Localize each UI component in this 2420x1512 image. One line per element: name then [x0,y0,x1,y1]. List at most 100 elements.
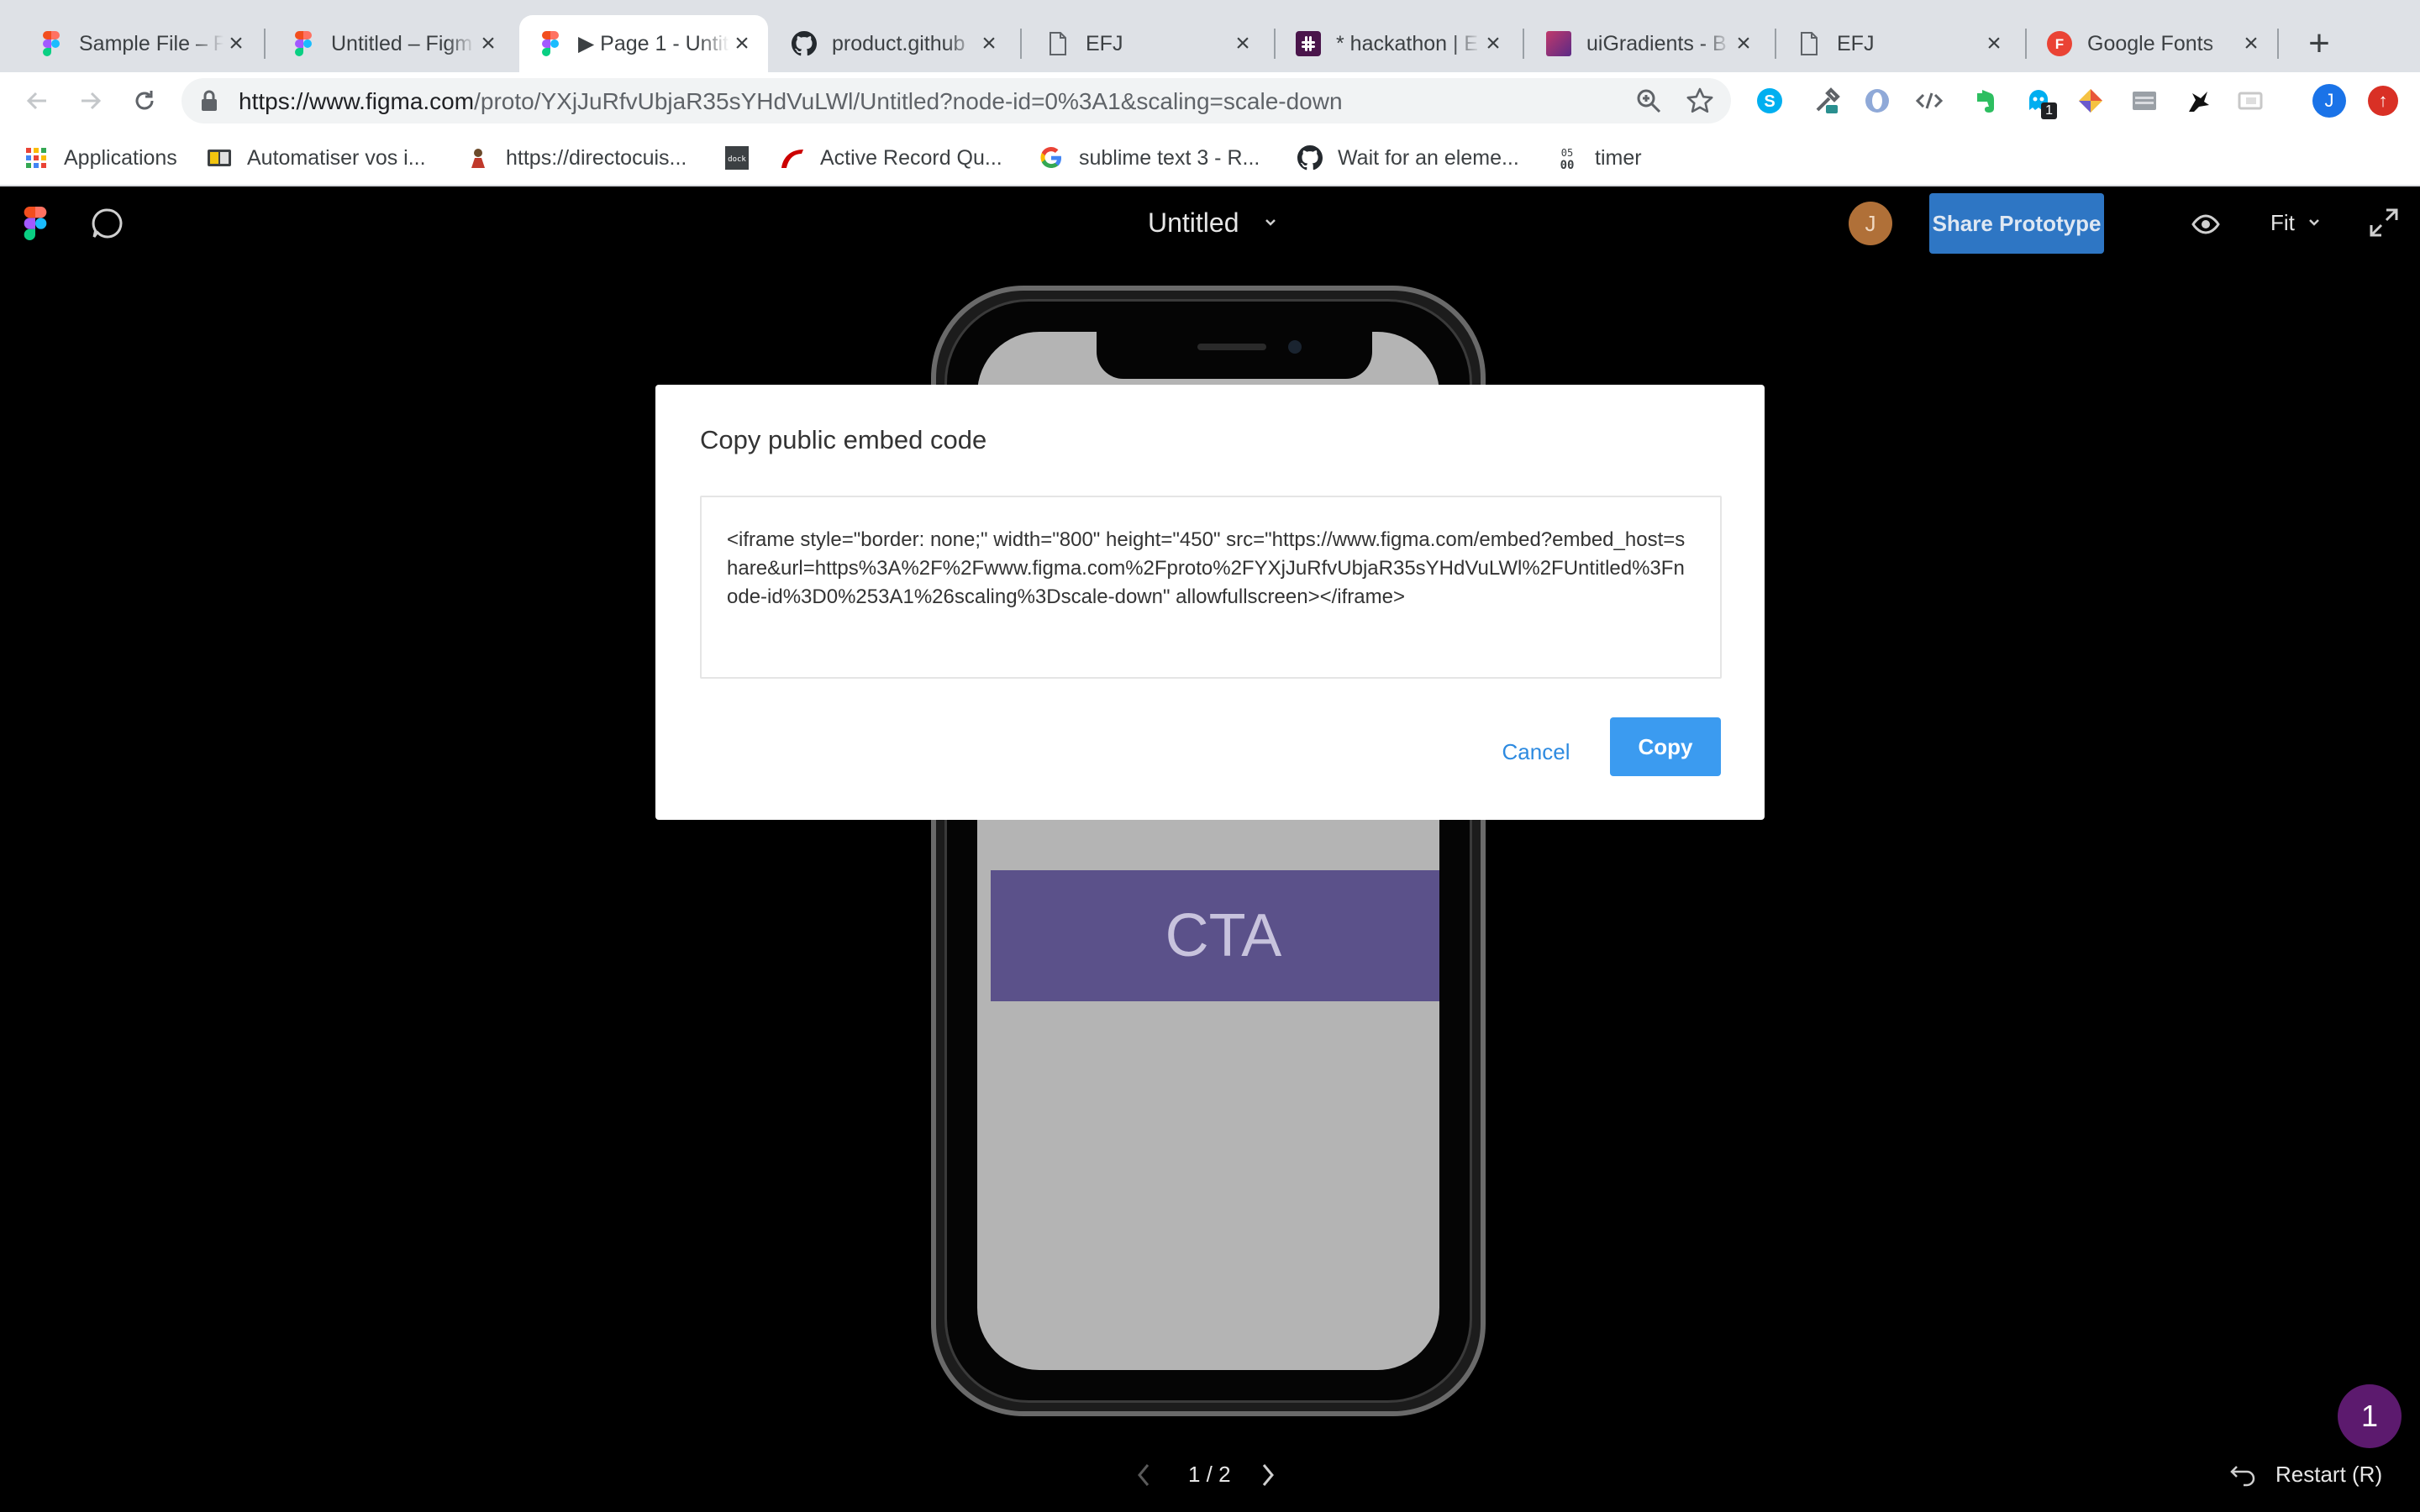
bookmark-wait-element[interactable]: Wait for an eleme... [1297,139,1519,176]
tab-title: ▶ Page 1 - Untitl [578,32,729,55]
browser-toolbar: https://www.figma.com/proto/YXjJuRfvUbja… [0,72,2420,129]
close-icon[interactable]: × [1481,31,1506,56]
tab-separator [1274,29,1276,59]
opera-extension-icon[interactable] [1862,86,1892,116]
eyedropper-extension-icon[interactable] [1812,86,1842,116]
tab-sample-file[interactable]: Sample File – F × [20,15,262,72]
speaker-grill [1197,344,1266,350]
bookmarks-bar: Applications Automatiser vos i... https:… [0,129,2420,186]
tab-product-github[interactable]: product.github × [773,15,1015,72]
figma-icon [538,31,563,56]
phone-notch [1097,332,1372,379]
tab-uigradients[interactable]: uiGradients - B × [1528,15,1770,72]
chevron-down-icon[interactable] [2307,217,2321,232]
tab-efj-1[interactable]: EFJ × [1027,15,1269,72]
arrow-left-icon [26,92,46,110]
camera-icon [1288,340,1302,354]
tab-title: EFJ [1086,31,1123,55]
tab-page-1-active[interactable]: ▶ Page 1 - Untitl × [519,15,768,72]
zoom-icon[interactable] [1635,87,1662,118]
window-resizer-extension-icon[interactable] [2129,86,2160,116]
file-title[interactable]: Untitled [1148,207,1239,239]
back-button[interactable] [17,81,57,121]
comment-icon[interactable] [89,205,126,246]
close-icon[interactable]: × [476,31,501,56]
notification-badge[interactable]: 1 [2338,1384,2402,1448]
chevron-right-icon[interactable] [1257,1462,1277,1493]
update-icon[interactable]: ↑ [2368,86,2398,116]
bookmark-devdocs[interactable]: dock [724,139,765,176]
svg-text:05: 05 [1561,147,1573,159]
tab-untitled-figma[interactable]: Untitled – Figm × [272,15,514,72]
copy-button[interactable]: Copy [1610,717,1721,776]
document-icon [1797,31,1822,56]
url-path: /proto/YXjJuRfvUbjaR35sYHdVuLWl/Untitled… [474,88,1343,114]
tab-title: product.github [832,31,965,55]
svg-text:00: 00 [1560,159,1575,171]
new-tab-button[interactable]: + [2296,20,2343,67]
reload-button[interactable] [124,81,165,121]
skype-extension-icon[interactable]: S [1754,86,1785,116]
bookmark-label: Automatiser vos i... [247,145,426,170]
slack-icon [1296,31,1321,56]
apps-grid-icon [24,145,49,171]
svg-text:F: F [2055,36,2064,52]
figma-icon [291,31,316,56]
tab-title: Sample File – F [79,31,224,55]
address-bar[interactable]: https://www.figma.com/proto/YXjJuRfvUbja… [182,78,1731,123]
bookmark-label: Wait for an eleme... [1338,145,1519,170]
tab-title: uiGradients - B [1586,31,1727,55]
restart-icon[interactable] [2228,1462,2257,1491]
tab-hackathon[interactable]: * hackathon | E × [1277,15,1519,72]
close-icon[interactable]: × [1230,31,1255,56]
bookmark-applications[interactable]: Applications [24,139,177,176]
book-icon [207,145,232,171]
svg-text:S: S [1764,92,1775,111]
figma-logo-icon[interactable] [24,207,47,244]
chevron-down-icon[interactable] [1264,217,1277,232]
cast-extension-icon[interactable] [2235,86,2265,116]
github-icon [792,31,817,56]
bookmark-timer[interactable]: 05 00 timer [1555,139,1642,176]
share-prototype-button[interactable]: Share Prototype [1929,193,2104,254]
tab-efj-2[interactable]: EFJ × [1778,15,2020,72]
embed-code-field[interactable]: <iframe style="border: none;" width="800… [700,496,1722,679]
google-icon [1039,145,1064,171]
restart-button[interactable]: Restart (R) [2275,1462,2382,1488]
evernote-extension-icon[interactable] [1970,86,2000,116]
close-icon[interactable]: × [2238,31,2264,56]
close-icon[interactable]: × [1981,31,2007,56]
close-icon[interactable]: × [1731,31,1756,56]
bookmark-directocuisine[interactable]: https://directocuis... [466,139,687,176]
colorpick-extension-icon[interactable] [2075,86,2106,116]
avatar[interactable]: J [1849,202,1892,245]
cancel-button[interactable]: Cancel [1497,722,1575,781]
zoom-fit-dropdown[interactable]: Fit [2270,210,2295,236]
bookmark-sublime[interactable]: sublime text 3 - R... [1039,139,1260,176]
github-icon [1297,145,1323,171]
figma-header: Untitled J Share Prototype Fit [0,186,2420,262]
close-icon[interactable]: × [976,31,1002,56]
forward-button[interactable] [71,81,111,121]
close-icon[interactable]: × [224,31,249,56]
close-icon[interactable]: × [729,31,755,56]
bookmark-active-record[interactable]: Active Record Qu... [780,139,1002,176]
chevron-left-icon[interactable] [1134,1462,1155,1493]
code-extension-icon[interactable] [1914,86,1944,116]
fullscreen-icon[interactable] [2368,207,2400,243]
svg-text:dock: dock [728,155,746,164]
cook-icon [466,145,491,171]
tab-separator [1020,29,1022,59]
bookmark-automatiser[interactable]: Automatiser vos i... [207,139,426,176]
bookmark-star-icon[interactable] [1686,87,1714,119]
profile-avatar[interactable]: J [2312,84,2346,118]
cta-button[interactable]: CTA [991,870,1439,1001]
page-indicator: 1 / 2 [1188,1462,1231,1487]
extension-badge-count: 1 [2041,102,2057,119]
eye-icon[interactable] [2191,210,2220,243]
ghostery-extension-icon[interactable]: 1 [2023,86,2057,119]
tab-google-fonts[interactable]: F Google Fonts × [2028,15,2277,72]
bookmark-label: https://directocuis... [506,145,687,170]
rails-icon [780,145,805,171]
panda-extension-icon[interactable] [2183,86,2213,116]
